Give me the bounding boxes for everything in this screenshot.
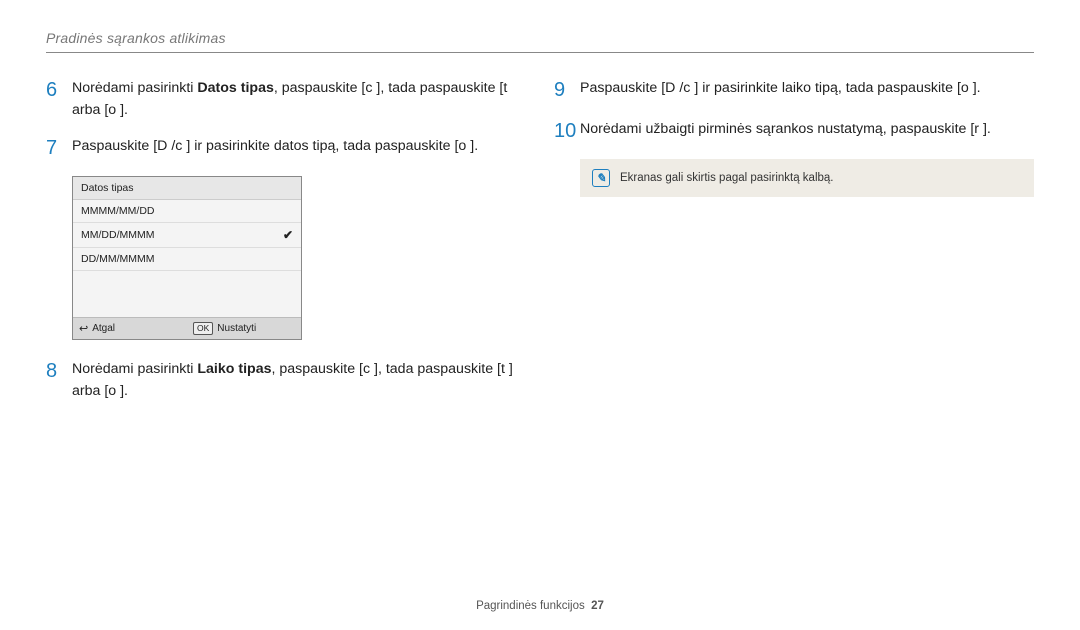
note-icon: ✎ [592, 169, 610, 187]
step-text: Paspauskite [D /c ] ir pasirinkite datos… [72, 135, 478, 162]
step-number: 9 [554, 77, 580, 104]
page-number: 27 [591, 600, 604, 612]
breadcrumb: Pradinės sąrankos atlikimas [46, 30, 1034, 46]
list-item-label: MM/DD/MMMM [81, 229, 154, 241]
check-icon: ✔ [283, 228, 293, 242]
step-7: 7 Paspauskite [D /c ] ir pasirinkite dat… [46, 135, 526, 162]
step-number: 6 [46, 77, 72, 121]
step-text: Norėdami pasirinkti Laiko tipas, paspaus… [72, 358, 526, 402]
step-10: 10 Norėdami užbaigti pirminės sąrankos n… [554, 118, 1034, 145]
text-fragment: Norėdami pasirinkti [72, 361, 197, 377]
step-6: 6 Norėdami pasirinkti Datos tipas, paspa… [46, 77, 526, 121]
screen-title: Datos tipas [73, 177, 301, 200]
divider [46, 52, 1034, 53]
list-item[interactable]: MM/DD/MMMM ✔ [73, 223, 301, 248]
list-item-label: MMMM/MM/DD [81, 205, 154, 217]
list-item[interactable]: MMMM/MM/DD [73, 200, 301, 223]
footer-section: Pagrindinės funkcijos [476, 600, 585, 612]
back-arrow-icon: ↩ [79, 322, 88, 335]
back-button[interactable]: ↩ Atgal [73, 318, 187, 339]
step-number: 7 [46, 135, 72, 162]
back-label: Atgal [92, 323, 115, 334]
ok-button[interactable]: OK Nustatyti [187, 318, 301, 339]
bold-term: Laiko tipas [197, 361, 271, 377]
step-text: Paspauskite [D /c ] ir pasirinkite laiko… [580, 77, 981, 104]
step-8: 8 Norėdami pasirinkti Laiko tipas, paspa… [46, 358, 526, 402]
right-column: 9 Paspauskite [D /c ] ir pasirinkite lai… [554, 77, 1034, 416]
page-footer: Pagrindinės funkcijos 27 [0, 600, 1080, 612]
step-9: 9 Paspauskite [D /c ] ir pasirinkite lai… [554, 77, 1034, 104]
camera-screen: Datos tipas MMMM/MM/DD MM/DD/MMMM ✔ DD/M… [72, 176, 302, 340]
step-text: Norėdami užbaigti pirminės sąrankos nust… [580, 118, 991, 145]
step-number: 10 [554, 118, 580, 145]
ok-label: Nustatyti [217, 323, 256, 334]
step-number: 8 [46, 358, 72, 402]
text-fragment: Norėdami pasirinkti [72, 80, 197, 96]
note-text: Ekranas gali skirtis pagal pasirinktą ka… [620, 172, 834, 184]
list-item[interactable]: DD/MM/MMMM [73, 248, 301, 271]
note-box: ✎ Ekranas gali skirtis pagal pasirinktą … [580, 159, 1034, 197]
step-text: Norėdami pasirinkti Datos tipas, paspaus… [72, 77, 526, 121]
left-column: 6 Norėdami pasirinkti Datos tipas, paspa… [46, 77, 526, 416]
bold-term: Datos tipas [197, 80, 273, 96]
empty-space [73, 271, 301, 317]
list-item-label: DD/MM/MMMM [81, 253, 154, 265]
ok-keycap-icon: OK [193, 322, 213, 335]
